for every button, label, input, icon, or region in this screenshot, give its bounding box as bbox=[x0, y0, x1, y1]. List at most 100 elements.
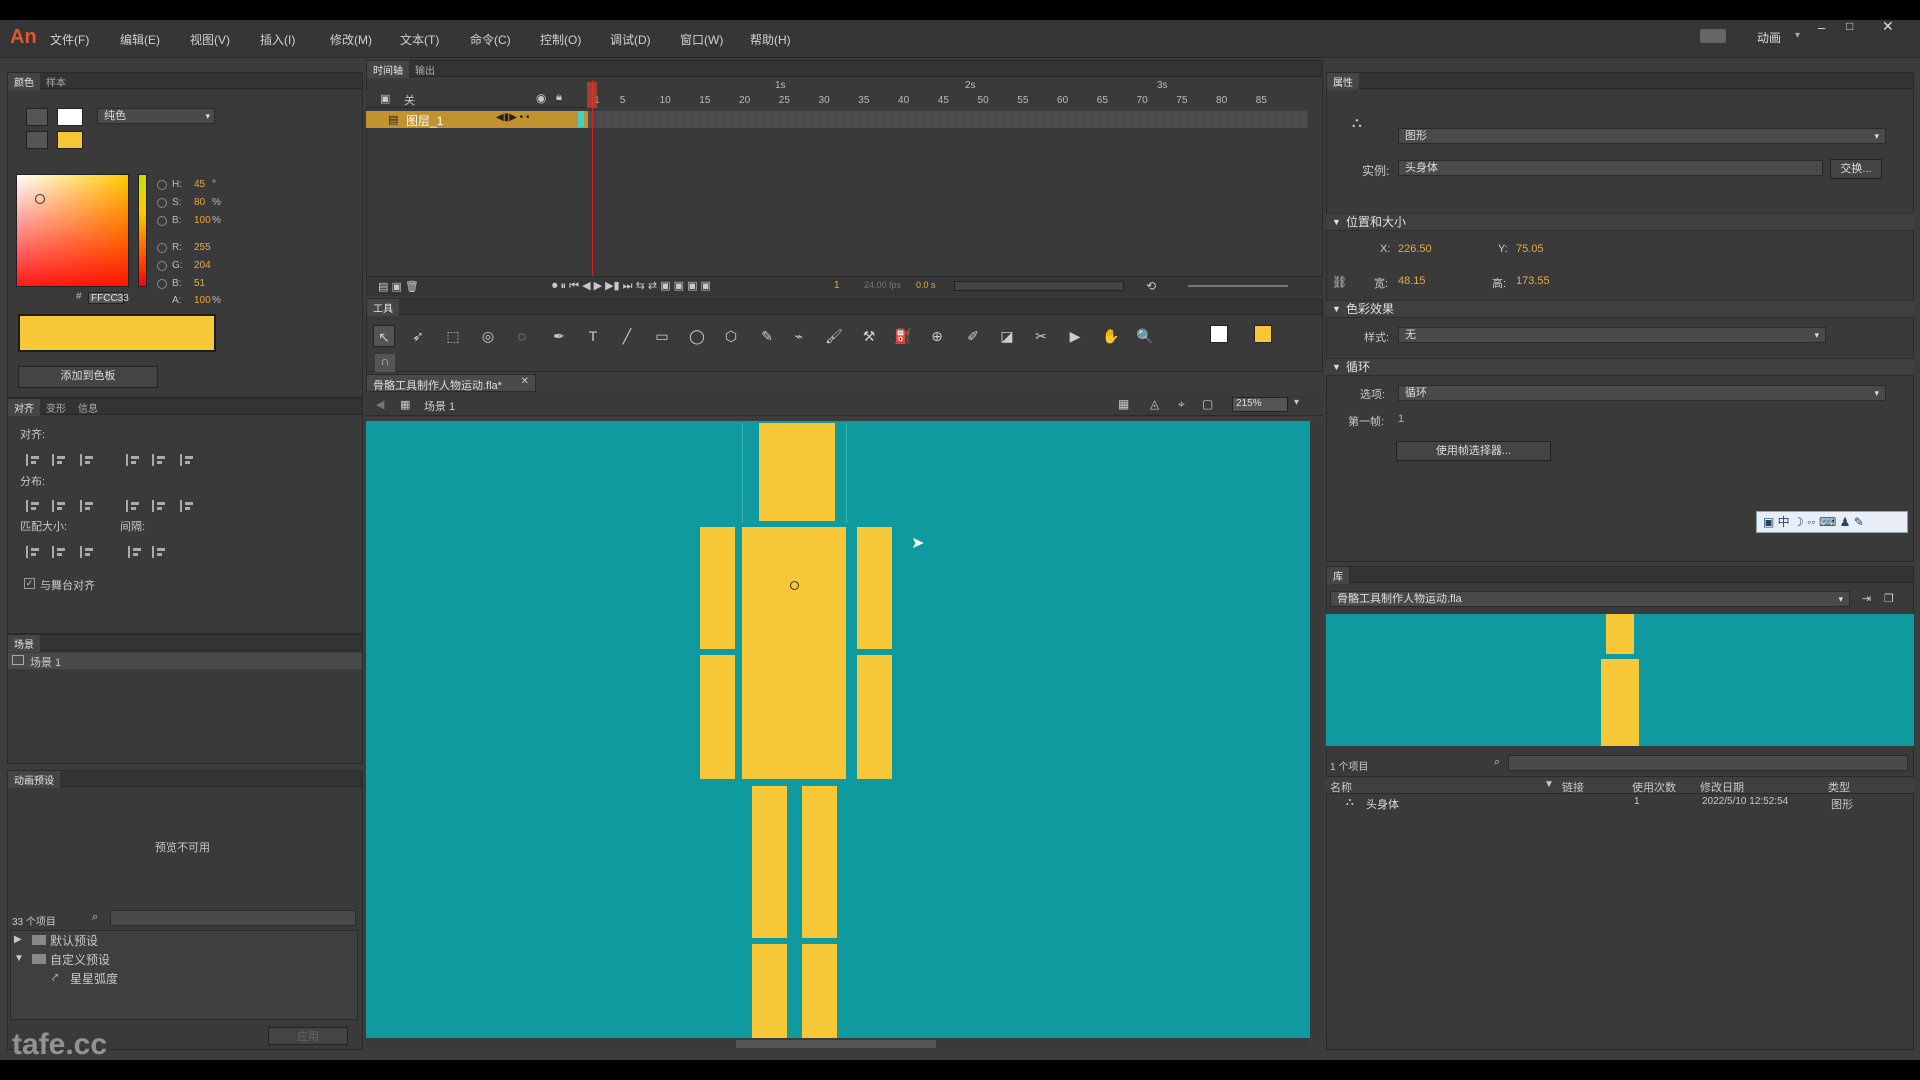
transform-point[interactable] bbox=[790, 581, 799, 590]
instance-name[interactable]: 头身体 bbox=[1398, 160, 1823, 176]
align-icon[interactable] bbox=[152, 546, 166, 558]
menu-item[interactable]: 控制(O) bbox=[540, 31, 581, 48]
style-select[interactable]: 无 ▾ bbox=[1398, 327, 1826, 343]
camera-tool-icon[interactable]: ▶ bbox=[1064, 325, 1086, 347]
color-mode-radio[interactable] bbox=[157, 198, 167, 208]
stroke-swatch[interactable] bbox=[57, 108, 83, 126]
lasso-tool-icon[interactable]: ◌ bbox=[511, 325, 533, 347]
color-value[interactable]: 100 bbox=[194, 215, 211, 226]
align-icon[interactable] bbox=[26, 454, 40, 466]
playhead-handle[interactable] bbox=[587, 82, 597, 108]
menu-item[interactable]: 文本(T) bbox=[400, 31, 439, 48]
align-to-stage-checkbox[interactable]: ✓ bbox=[24, 578, 35, 589]
color-mode-radio[interactable] bbox=[157, 279, 167, 289]
pen-tool-icon[interactable]: ✒ bbox=[548, 325, 570, 347]
tab-transform[interactable]: 变形 bbox=[40, 399, 72, 416]
brush-tool-icon[interactable]: ⌁ bbox=[788, 325, 810, 347]
align-icon[interactable] bbox=[80, 546, 94, 558]
col-uses[interactable]: 使用次数 bbox=[1632, 779, 1676, 795]
figure-head[interactable] bbox=[759, 423, 835, 521]
tab-output[interactable]: 输出 bbox=[409, 61, 441, 78]
align-icon[interactable] bbox=[26, 500, 40, 512]
edit-scene-icon[interactable]: ▦ bbox=[1118, 397, 1129, 411]
color-value[interactable]: 255 bbox=[194, 242, 211, 253]
loop-section[interactable]: ▼ 循环 bbox=[1326, 358, 1914, 376]
saturation-brightness-picker[interactable] bbox=[16, 174, 129, 287]
document-tab[interactable]: 骨骼工具制作人物运动.fla* ✕ bbox=[366, 374, 536, 392]
color-mode-radio[interactable] bbox=[157, 216, 167, 226]
first-frame-value[interactable]: 1 bbox=[1398, 413, 1404, 425]
hand-tool-icon[interactable]: ✋ bbox=[1100, 325, 1122, 347]
width-tool-icon[interactable]: ✂ bbox=[1030, 325, 1052, 347]
tab-timeline[interactable]: 时间轴 bbox=[367, 61, 409, 78]
figure-left-lower-leg[interactable] bbox=[752, 944, 787, 1038]
stroke-color-tool[interactable] bbox=[1210, 325, 1228, 343]
color-value[interactable]: 51 bbox=[194, 278, 205, 289]
color-effect-section[interactable]: ▼ 色彩效果 bbox=[1326, 300, 1914, 318]
stage-horizontal-scrollbar[interactable] bbox=[366, 1038, 1310, 1050]
chevron-down-icon[interactable]: ▼ bbox=[14, 953, 24, 964]
free-transform-tool-icon[interactable]: ⬚ bbox=[442, 325, 464, 347]
stage[interactable] bbox=[366, 421, 1310, 1038]
eye-icon[interactable]: ◉ bbox=[536, 91, 546, 105]
library-row[interactable]: ⛬ 头身体 1 2022/5/10 12:52:54 图形 bbox=[1326, 795, 1914, 811]
frame-rate[interactable]: 24.00 fps bbox=[864, 280, 901, 290]
align-icon[interactable] bbox=[80, 454, 94, 466]
figure-torso[interactable] bbox=[742, 527, 846, 779]
color-value[interactable]: 45 bbox=[194, 179, 205, 190]
line-tool-icon[interactable]: ╱ bbox=[616, 325, 638, 347]
menu-item[interactable]: 文件(F) bbox=[50, 31, 89, 48]
tab-info[interactable]: 信息 bbox=[72, 399, 104, 416]
loop-option-select[interactable]: 循环 ▾ bbox=[1398, 385, 1886, 401]
menu-item[interactable]: 视图(V) bbox=[190, 31, 230, 48]
edit-symbols-icon[interactable]: ◬ bbox=[1150, 397, 1159, 411]
keyframe[interactable] bbox=[578, 111, 584, 127]
minimize-button[interactable]: – bbox=[1818, 20, 1825, 35]
timeline-scrollbar[interactable] bbox=[954, 281, 1124, 291]
tab-color[interactable]: 颜色 bbox=[8, 73, 40, 90]
figure-right-lower-leg[interactable] bbox=[802, 944, 837, 1038]
search-icon[interactable]: ⌕ bbox=[1494, 756, 1500, 769]
sync-icon[interactable] bbox=[1700, 29, 1726, 43]
swap-button[interactable]: 交换... bbox=[1830, 159, 1882, 179]
color-value[interactable]: 204 bbox=[194, 260, 211, 271]
figure-right-lower-arm[interactable] bbox=[857, 655, 892, 779]
align-icon[interactable] bbox=[80, 500, 94, 512]
frame-track[interactable] bbox=[588, 111, 1308, 128]
align-icon[interactable] bbox=[52, 454, 66, 466]
current-frame[interactable]: 1 bbox=[834, 280, 840, 291]
hue-slider[interactable] bbox=[138, 174, 147, 287]
polystar-tool-icon[interactable]: ⬡ bbox=[720, 325, 742, 347]
menu-item[interactable]: 修改(M) bbox=[330, 31, 372, 48]
align-icon[interactable] bbox=[128, 546, 142, 558]
paint-brush-tool-icon[interactable]: 🖌︎ bbox=[823, 325, 845, 347]
loop-icon[interactable]: ⟲ bbox=[1146, 279, 1156, 293]
new-library-icon[interactable]: ❐ bbox=[1884, 592, 1894, 605]
scene-list-item[interactable]: 场景 1 bbox=[8, 653, 362, 669]
search-icon[interactable]: ⌕ bbox=[92, 911, 98, 924]
selection-tool-icon[interactable]: ↖ bbox=[373, 325, 395, 347]
paint-bucket-tool-icon[interactable]: ⛽ bbox=[892, 325, 914, 347]
eyedropper-tool-icon[interactable]: ✐ bbox=[962, 325, 984, 347]
align-icon[interactable] bbox=[126, 454, 140, 466]
menu-item[interactable]: 编辑(E) bbox=[120, 31, 160, 48]
subselection-tool-icon[interactable]: ➶ bbox=[407, 325, 429, 347]
current-scene[interactable]: 场景 1 bbox=[424, 398, 455, 414]
bone-tool-icon[interactable]: ⚒ bbox=[858, 325, 880, 347]
color-mode-radio[interactable] bbox=[157, 261, 167, 271]
figure-left-lower-arm[interactable] bbox=[700, 655, 735, 779]
figure-right-upper-leg[interactable] bbox=[802, 786, 837, 938]
color-value[interactable]: 80 bbox=[194, 197, 205, 208]
color-mode-radio[interactable] bbox=[157, 243, 167, 253]
align-icon[interactable] bbox=[180, 500, 194, 512]
col-linkage[interactable]: 链接 bbox=[1562, 779, 1584, 795]
close-icon[interactable]: ✕ bbox=[521, 376, 529, 387]
pin-icon[interactable]: ⇥ bbox=[1862, 592, 1871, 605]
clip-stage-icon[interactable]: ▢ bbox=[1202, 397, 1213, 411]
preset-folder-custom[interactable]: 自定义预设 bbox=[50, 951, 110, 968]
menu-item[interactable]: 窗口(W) bbox=[680, 31, 723, 48]
hex-input[interactable]: FFCC33 bbox=[88, 292, 129, 304]
position-size-section[interactable]: ▼ 位置和大小 bbox=[1326, 213, 1914, 231]
sort-icon[interactable]: ▼ bbox=[1544, 779, 1554, 790]
color-picker-handle[interactable] bbox=[35, 194, 45, 204]
